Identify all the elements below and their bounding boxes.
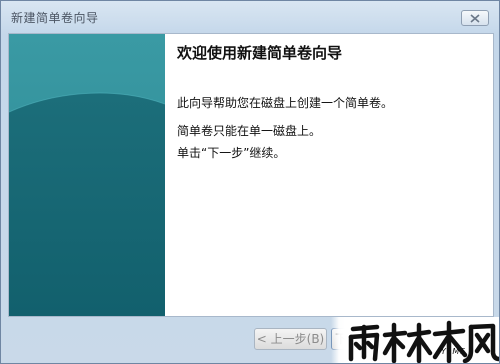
watermark-sub-text: YLMF [441, 347, 466, 356]
close-button[interactable] [461, 10, 489, 26]
wizard-side-banner [9, 34, 165, 316]
wizard-description-line: 单击“下一步”继续。 [177, 146, 286, 160]
banner-wave-graphic [9, 34, 165, 316]
watermark-logo: YLMF [331, 317, 499, 363]
back-button[interactable]: < 上一步(B) [254, 328, 327, 350]
wizard-content: 欢迎使用新建简单卷向导 此向导帮助您在磁盘上创建一个简单卷。 简单卷只能在单一磁… [177, 34, 487, 316]
ylmf-logo-graphic: YLMF [348, 320, 499, 363]
wizard-description-line: 此向导帮助您在磁盘上创建一个简单卷。 [177, 96, 394, 110]
close-icon [470, 14, 480, 23]
wizard-client-area: 欢迎使用新建简单卷向导 此向导帮助您在磁盘上创建一个简单卷。 简单卷只能在单一磁… [8, 33, 494, 317]
wizard-description-line: 简单卷只能在单一磁盘上。 [177, 124, 322, 138]
title-bar: 新建简单卷向导 [1, 1, 499, 33]
wizard-heading: 欢迎使用新建简单卷向导 [177, 44, 343, 62]
wizard-window: 新建简单卷向导 欢迎使用新建简单卷向导 此向导帮助您在磁盘上创建一个简单卷。 简… [0, 0, 500, 364]
window-title: 新建简单卷向导 [11, 11, 99, 25]
